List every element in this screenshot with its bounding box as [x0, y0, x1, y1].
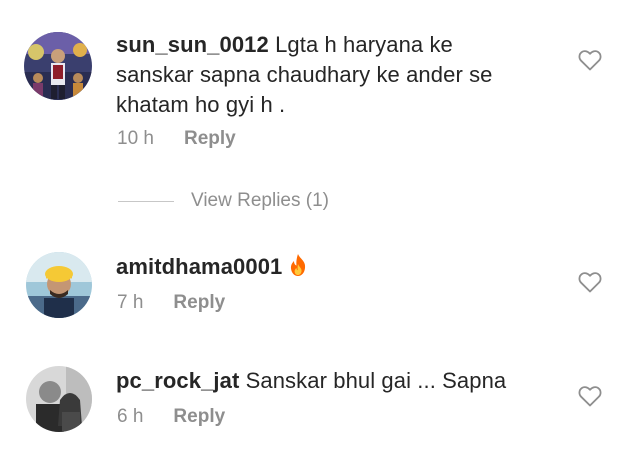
heart-outline-icon[interactable] — [578, 49, 602, 71]
comment-text: amitdhama0001 — [116, 252, 308, 282]
username[interactable]: pc_rock_jat — [116, 368, 239, 393]
view-replies-label: View Replies (1) — [191, 190, 329, 211]
comment-body-line1: Lgta h haryana ke — [275, 32, 453, 57]
timestamp: 6 h — [117, 406, 144, 427]
username[interactable]: sun_sun_0012 — [116, 32, 269, 57]
heart-outline-icon[interactable] — [578, 385, 602, 407]
reply-button[interactable]: Reply — [184, 128, 236, 149]
reply-button[interactable]: Reply — [173, 406, 225, 427]
comment-body: Sanskar bhul gai ... Sapna — [245, 368, 507, 393]
avatar[interactable] — [26, 366, 92, 432]
comment-meta: 10 h Reply — [117, 128, 236, 150]
username[interactable]: amitdhama0001 — [116, 254, 282, 279]
divider-line — [118, 200, 174, 202]
comment-meta: 7 h Reply — [117, 292, 225, 314]
timestamp: 7 h — [117, 292, 144, 313]
timestamp: 10 h — [117, 128, 154, 149]
avatar[interactable] — [24, 32, 92, 100]
heart-outline-icon[interactable] — [578, 271, 602, 293]
comment-body-line3: khatam ho gyi h . — [116, 92, 286, 117]
comment-body-line2: sanskar sapna chaudhary ke ander se — [116, 62, 493, 87]
comment-text: sun_sun_0012 Lgta h haryana ke sanskar s… — [116, 30, 556, 120]
comment-text: pc_rock_jat Sanskar bhul gai ... Sapna — [116, 366, 506, 396]
reply-button[interactable]: Reply — [173, 292, 225, 313]
comment-meta: 6 h Reply — [117, 406, 225, 428]
avatar[interactable] — [26, 252, 92, 318]
fire-emoji-icon — [288, 253, 308, 277]
view-replies-button[interactable]: View Replies (1) — [118, 186, 329, 216]
